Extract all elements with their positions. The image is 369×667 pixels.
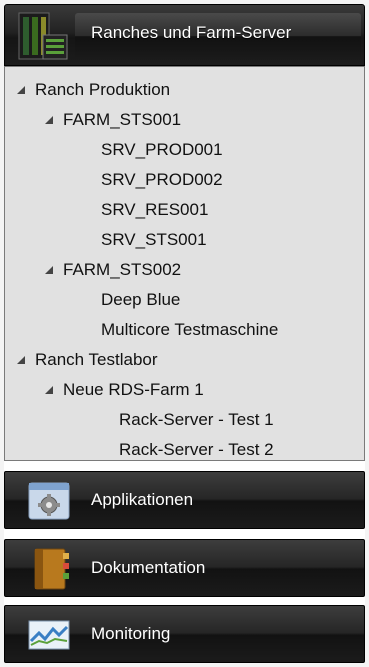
chart-icon bbox=[28, 620, 70, 650]
nav-label: Dokumentation bbox=[91, 558, 206, 577]
expand-triangle-icon[interactable] bbox=[17, 86, 25, 94]
tree-node-farm[interactable]: FARM_STS002 bbox=[63, 260, 181, 280]
tree-node-server[interactable]: Rack-Server - Test 1 bbox=[119, 410, 274, 430]
expand-triangle-icon[interactable] bbox=[17, 356, 25, 364]
nav-button-monitoring[interactable]: Monitoring bbox=[4, 605, 365, 663]
tree-node-server[interactable]: SRV_STS001 bbox=[101, 230, 207, 250]
ranches-header[interactable]: Ranches und Farm-Server bbox=[4, 4, 365, 66]
expand-triangle-icon[interactable] bbox=[45, 386, 53, 394]
nav-button-applications[interactable]: Applikationen bbox=[4, 471, 365, 529]
tree-node-server[interactable]: Deep Blue bbox=[101, 290, 180, 310]
tree-node-farm[interactable]: Neue RDS-Farm 1 bbox=[63, 380, 204, 400]
tree-node-server[interactable]: SRV_PROD001 bbox=[101, 140, 223, 160]
tree-node-server[interactable]: SRV_PROD002 bbox=[101, 170, 223, 190]
tree-node-ranch[interactable]: Ranch Testlabor bbox=[35, 350, 158, 370]
server-rack-icon bbox=[18, 12, 68, 60]
header-title: Ranches und Farm-Server bbox=[91, 23, 292, 42]
nav-label: Applikationen bbox=[91, 490, 194, 509]
tree-node-server[interactable]: SRV_RES001 bbox=[101, 200, 208, 220]
nav-button-documentation[interactable]: Dokumentation bbox=[4, 539, 365, 597]
ranch-tree: Ranch Produktion FARM_STS001 SRV_PROD001… bbox=[4, 66, 365, 461]
tree-node-server[interactable]: Rack-Server - Test 2 bbox=[119, 440, 274, 460]
tree-node-server[interactable]: Multicore Testmaschine bbox=[101, 320, 278, 340]
book-icon bbox=[34, 548, 69, 590]
nav-label: Monitoring bbox=[91, 624, 171, 643]
tree-node-ranch[interactable]: Ranch Produktion bbox=[35, 80, 170, 100]
tree-node-farm[interactable]: FARM_STS001 bbox=[63, 110, 181, 130]
gear-icon bbox=[28, 482, 70, 520]
navigation-panel: Ranches und Farm-Server Ranch Produktion… bbox=[4, 4, 365, 663]
expand-triangle-icon[interactable] bbox=[45, 116, 53, 124]
expand-triangle-icon[interactable] bbox=[45, 266, 53, 274]
